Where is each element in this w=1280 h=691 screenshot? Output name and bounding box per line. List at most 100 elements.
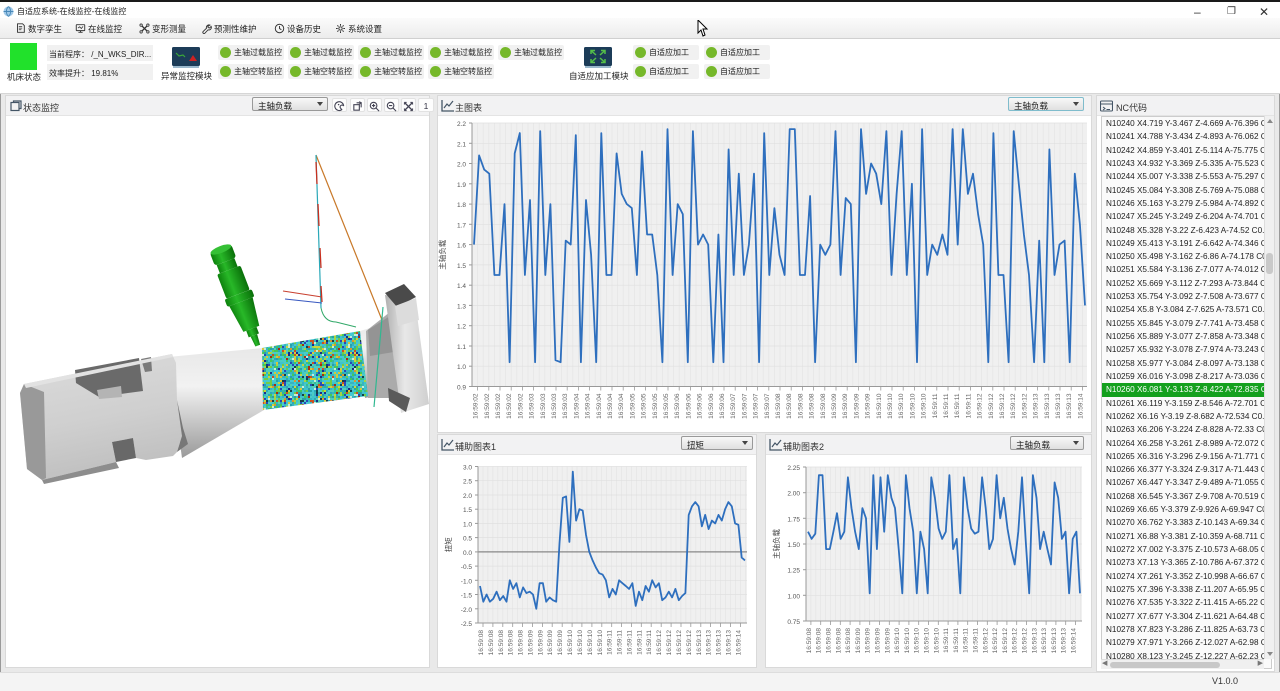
- svg-text:16:59:03: 16:59:03: [540, 393, 547, 419]
- svg-text:16:59:13: 16:59:13: [1051, 628, 1058, 654]
- svg-text:16:59:09: 16:59:09: [842, 393, 849, 419]
- svg-text:1.6: 1.6: [457, 243, 466, 250]
- svg-text:16:59:06: 16:59:06: [685, 393, 692, 419]
- svg-text:16:59:09: 16:59:09: [547, 630, 554, 656]
- svg-text:-2.0: -2.0: [461, 607, 473, 614]
- svg-text:16:59:11: 16:59:11: [932, 393, 939, 418]
- svg-text:16:59:05: 16:59:05: [629, 393, 636, 419]
- svg-text:16:59:09: 16:59:09: [884, 628, 891, 654]
- svg-text:16:59:10: 16:59:10: [577, 630, 584, 656]
- svg-text:主轴负载: 主轴负载: [438, 239, 447, 269]
- svg-text:16:59:11: 16:59:11: [617, 630, 624, 655]
- svg-text:16:59:11: 16:59:11: [943, 628, 950, 653]
- svg-text:16:59:06: 16:59:06: [719, 393, 726, 419]
- svg-text:16:59:09: 16:59:09: [855, 628, 862, 654]
- svg-text:16:59:11: 16:59:11: [646, 630, 653, 655]
- svg-text:0.0: 0.0: [463, 550, 472, 557]
- svg-text:16:59:02: 16:59:02: [517, 393, 524, 419]
- svg-text:16:59:12: 16:59:12: [676, 630, 683, 656]
- svg-text:16:59:12: 16:59:12: [1022, 628, 1029, 654]
- svg-text:16:59:06: 16:59:06: [674, 393, 681, 419]
- svg-text:16:59:08: 16:59:08: [806, 628, 813, 654]
- svg-text:16:59:02: 16:59:02: [473, 393, 480, 419]
- svg-text:16:59:12: 16:59:12: [1002, 628, 1009, 654]
- svg-text:16:59:04: 16:59:04: [596, 393, 603, 419]
- svg-text:16:59:10: 16:59:10: [567, 630, 574, 656]
- svg-text:0.5: 0.5: [463, 536, 472, 543]
- svg-text:16:59:08: 16:59:08: [820, 393, 827, 419]
- svg-text:2.0: 2.0: [463, 493, 472, 500]
- svg-text:16:59:09: 16:59:09: [875, 628, 882, 654]
- svg-text:16:59:10: 16:59:10: [909, 393, 916, 419]
- svg-text:16:59:04: 16:59:04: [607, 393, 614, 419]
- svg-text:1.25: 1.25: [787, 568, 800, 575]
- svg-text:16:59:10: 16:59:10: [914, 628, 921, 654]
- svg-text:16:59:08: 16:59:08: [508, 630, 515, 656]
- svg-text:16:59:07: 16:59:07: [753, 393, 760, 419]
- svg-text:16:59:12: 16:59:12: [977, 393, 984, 419]
- svg-text:16:59:10: 16:59:10: [898, 393, 905, 419]
- svg-text:16:59:09: 16:59:09: [528, 630, 535, 656]
- svg-text:16:59:09: 16:59:09: [831, 393, 838, 419]
- svg-text:16:59:06: 16:59:06: [697, 393, 704, 419]
- svg-text:16:59:06: 16:59:06: [708, 393, 715, 419]
- svg-text:16:59:05: 16:59:05: [663, 393, 670, 419]
- svg-text:16:59:02: 16:59:02: [506, 393, 513, 419]
- svg-text:16:59:11: 16:59:11: [965, 393, 972, 418]
- svg-text:16:59:05: 16:59:05: [652, 393, 659, 419]
- svg-text:1.9: 1.9: [457, 182, 466, 189]
- svg-text:16:59:11: 16:59:11: [953, 628, 960, 653]
- svg-text:16:59:09: 16:59:09: [865, 393, 872, 419]
- svg-text:16:59:07: 16:59:07: [730, 393, 737, 419]
- svg-text:1.3: 1.3: [457, 303, 466, 310]
- svg-text:1.2: 1.2: [457, 324, 466, 331]
- svg-text:16:59:02: 16:59:02: [484, 393, 491, 419]
- svg-text:16:59:11: 16:59:11: [963, 628, 970, 653]
- svg-text:16:59:08: 16:59:08: [786, 393, 793, 419]
- svg-text:16:59:13: 16:59:13: [716, 630, 723, 656]
- svg-text:16:59:08: 16:59:08: [775, 393, 782, 419]
- svg-text:16:59:11: 16:59:11: [627, 630, 634, 655]
- svg-text:主轴负载: 主轴负载: [771, 529, 781, 559]
- svg-text:16:59:07: 16:59:07: [741, 393, 748, 419]
- svg-text:16:59:12: 16:59:12: [666, 630, 673, 656]
- svg-text:1.4: 1.4: [457, 283, 466, 290]
- svg-text:16:59:14: 16:59:14: [1071, 628, 1078, 654]
- svg-text:16:59:02: 16:59:02: [495, 393, 502, 419]
- svg-text:16:59:13: 16:59:13: [726, 630, 733, 656]
- svg-text:16:59:13: 16:59:13: [1055, 393, 1062, 419]
- svg-text:1.7: 1.7: [457, 222, 466, 229]
- svg-text:16:59:12: 16:59:12: [1012, 628, 1019, 654]
- svg-text:16:59:04: 16:59:04: [573, 393, 580, 419]
- svg-text:-0.5: -0.5: [461, 564, 473, 571]
- svg-text:16:59:08: 16:59:08: [809, 393, 816, 419]
- svg-text:16:59:03: 16:59:03: [529, 393, 536, 419]
- svg-text:16:59:12: 16:59:12: [988, 393, 995, 419]
- svg-text:16:59:13: 16:59:13: [1041, 628, 1048, 654]
- svg-text:16:59:10: 16:59:10: [921, 393, 928, 419]
- svg-text:16:59:13: 16:59:13: [706, 630, 713, 656]
- svg-text:16:59:10: 16:59:10: [887, 393, 894, 419]
- svg-text:16:59:13: 16:59:13: [1033, 393, 1040, 419]
- svg-text:16:59:03: 16:59:03: [562, 393, 569, 419]
- svg-text:16:59:11: 16:59:11: [636, 630, 643, 655]
- svg-text:16:59:08: 16:59:08: [518, 630, 525, 656]
- svg-text:16:59:14: 16:59:14: [1077, 393, 1084, 419]
- svg-text:16:59:13: 16:59:13: [1044, 393, 1051, 419]
- svg-text:16:59:04: 16:59:04: [585, 393, 592, 419]
- svg-text:16:59:12: 16:59:12: [656, 630, 663, 656]
- svg-text:16:59:11: 16:59:11: [607, 630, 614, 655]
- svg-text:16:59:08: 16:59:08: [478, 630, 485, 656]
- svg-text:16:59:13: 16:59:13: [1031, 628, 1038, 654]
- svg-text:16:59:08: 16:59:08: [797, 393, 804, 419]
- svg-text:16:59:04: 16:59:04: [618, 393, 625, 419]
- svg-text:2.1: 2.1: [457, 141, 466, 148]
- svg-text:0.9: 0.9: [457, 385, 466, 392]
- svg-text:1.8: 1.8: [457, 202, 466, 209]
- svg-text:16:59:08: 16:59:08: [826, 628, 833, 654]
- svg-text:16:59:10: 16:59:10: [904, 628, 911, 654]
- svg-text:16:59:14: 16:59:14: [735, 630, 742, 656]
- svg-text:16:59:10: 16:59:10: [597, 630, 604, 656]
- svg-text:1.0: 1.0: [463, 521, 472, 528]
- svg-text:16:59:12: 16:59:12: [982, 628, 989, 654]
